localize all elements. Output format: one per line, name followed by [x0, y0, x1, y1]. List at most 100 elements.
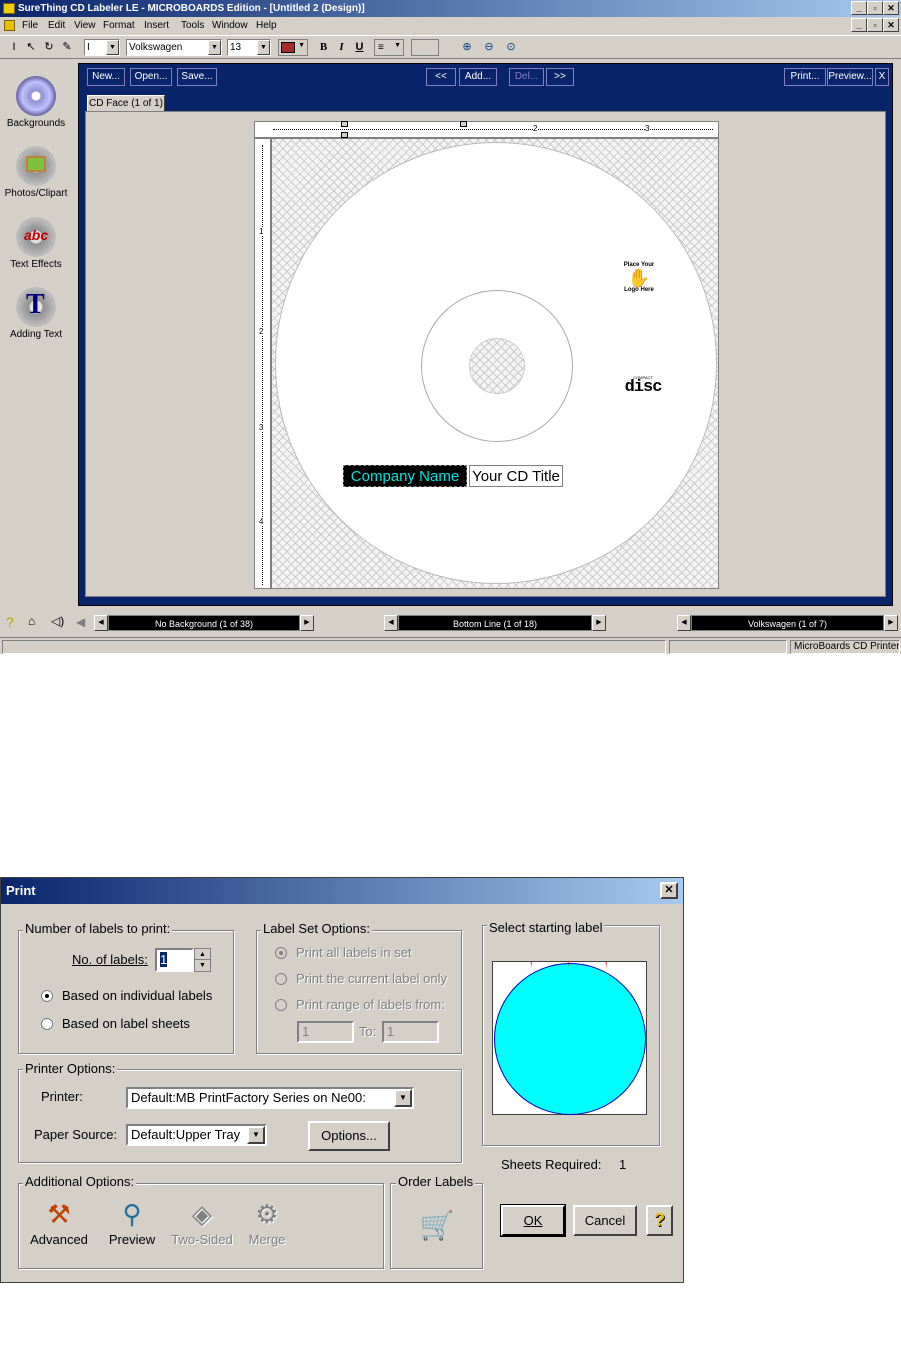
status-printer: MicroBoards CD Printer 1 — [790, 640, 900, 654]
italic-button[interactable]: I — [334, 39, 349, 56]
cd-title-text[interactable]: Your CD Title — [469, 465, 563, 487]
ruler-label: 1 — [259, 227, 264, 236]
save-button[interactable]: Save... — [177, 68, 217, 86]
sidebar-item-adding-text[interactable]: T Adding Text — [2, 287, 70, 340]
no-labels-input[interactable]: 1 — [155, 948, 194, 972]
range-to-input[interactable]: 1 — [382, 1021, 439, 1043]
print-current-label: Print the current label only — [296, 971, 448, 986]
no-labels-label: No. of labels: — [72, 952, 148, 967]
background-next-button[interactable]: ▶ — [300, 615, 314, 631]
menu-help[interactable]: Help — [256, 17, 277, 34]
labels-group-label: Number of labels to print: — [23, 921, 173, 936]
based-sheets-radio[interactable] — [41, 1018, 53, 1030]
menu-tools[interactable]: Tools — [181, 17, 204, 34]
menu-window[interactable]: Window — [212, 17, 248, 34]
doc-minimize-button[interactable]: _ — [851, 18, 867, 32]
sidebar-item-text-effects[interactable]: abc Text Effects — [2, 217, 70, 270]
two-sided-option[interactable]: ◈ Two-Sided — [167, 1196, 237, 1247]
spinner-down-icon[interactable]: ▼ — [195, 960, 210, 971]
layout-prev-button[interactable]: ◀ — [384, 615, 398, 631]
help-icon[interactable]: ? — [6, 614, 14, 630]
bold-button[interactable]: B — [316, 39, 331, 56]
text-cursor-tool[interactable]: I — [7, 39, 21, 56]
chevron-down-icon: ▼ — [257, 40, 270, 55]
new-button[interactable]: New... — [87, 68, 125, 86]
ruler-marker[interactable] — [341, 121, 348, 127]
based-individual-radio[interactable] — [41, 990, 53, 1002]
rotate-tool-icon[interactable]: ↻ — [42, 39, 56, 56]
preview-option[interactable]: ⚲ Preview — [101, 1196, 163, 1247]
based-individual-label: Based on individual labels — [62, 988, 213, 1003]
close-designer-button[interactable]: X — [875, 68, 889, 86]
menu-view[interactable]: View — [74, 17, 96, 34]
additional-group-label: Additional Options: — [23, 1174, 137, 1189]
doc-restore-button[interactable]: ▫ — [867, 18, 883, 32]
zoom-in-icon[interactable]: ⊕ — [459, 39, 475, 56]
preview-button[interactable]: Preview... — [827, 68, 873, 86]
text-tool-combo[interactable]: I ▼ — [84, 39, 120, 56]
close-button[interactable]: ✕ — [883, 1, 899, 15]
background-prev-button[interactable]: ◀ — [94, 615, 108, 631]
options-button[interactable]: Options... — [308, 1121, 390, 1151]
font-name-combo[interactable]: Volkswagen ▼ — [126, 39, 222, 56]
logo-placeholder[interactable]: Place Your ✋ Logo Here — [617, 262, 661, 294]
merge-option[interactable]: ⚙ Merge — [239, 1196, 295, 1247]
starting-label-circle[interactable] — [494, 963, 646, 1115]
sheets-required-value: 1 — [619, 1157, 627, 1172]
company-name-text[interactable]: Company Name — [343, 465, 467, 487]
font-next-button[interactable]: ▶ — [884, 615, 898, 631]
print-range-radio[interactable] — [275, 999, 287, 1011]
print-all-radio[interactable] — [275, 947, 287, 959]
no-labels-spinner[interactable]: ▲ ▼ — [194, 948, 211, 972]
paper-source-select[interactable]: Default:Upper Tray ▼ — [126, 1124, 267, 1146]
text-color-picker[interactable]: ▼ — [278, 39, 308, 56]
layout-selector[interactable]: Bottom Line (1 of 18) — [398, 615, 592, 631]
underline-button[interactable]: U — [352, 39, 367, 56]
ruler-marker[interactable] — [460, 121, 467, 127]
arrow-tool-icon[interactable]: ↖ — [24, 39, 38, 56]
adding-text-icon: T — [16, 287, 56, 327]
zoom-fit-icon[interactable]: ⊙ — [503, 39, 519, 56]
next-label-button[interactable]: >> — [546, 68, 574, 86]
font-size-combo[interactable]: 13 ▼ — [227, 39, 271, 56]
menu-edit[interactable]: Edit — [48, 17, 65, 34]
advanced-option[interactable]: ⚒ Advanced — [25, 1196, 93, 1247]
speaker-icon[interactable]: ◁) — [51, 614, 64, 628]
add-label-button[interactable]: Add... — [459, 68, 497, 86]
sidebar-item-backgrounds[interactable]: Backgrounds — [2, 76, 70, 129]
background-selector[interactable]: No Background (1 of 38) — [108, 615, 300, 631]
zoom-out-icon[interactable]: ⊖ — [481, 39, 497, 56]
printer-select[interactable]: Default:MB PrintFactory Series on Ne00: ▼ — [126, 1087, 414, 1109]
tab-cd-face[interactable]: CD Face (1 of 1) — [87, 95, 165, 112]
help-button[interactable]: ? — [646, 1205, 673, 1236]
restore-button[interactable]: ▫ — [867, 1, 883, 15]
back-arrow-icon[interactable]: ◀ — [76, 615, 85, 629]
shopping-cart-icon[interactable]: 🛒 — [411, 1208, 463, 1244]
label-sheet-preview[interactable]: ↑ ↑ ↑ — [492, 958, 647, 1115]
order-group-label: Order Labels — [396, 1174, 476, 1189]
align-left-icon: ≡ — [378, 42, 384, 53]
font-selector[interactable]: Volkswagen (1 of 7) — [691, 615, 884, 631]
font-prev-button[interactable]: ◀ — [677, 615, 691, 631]
menu-insert[interactable]: Insert — [144, 17, 169, 34]
doc-close-button[interactable]: ✕ — [883, 18, 899, 32]
dialog-close-button[interactable]: ✕ — [660, 882, 678, 899]
delete-label-button[interactable]: Del... — [509, 68, 544, 86]
layout-next-button[interactable]: ▶ — [592, 615, 606, 631]
cancel-button[interactable]: Cancel — [573, 1205, 637, 1236]
print-button[interactable]: Print... — [784, 68, 826, 86]
open-button[interactable]: Open... — [130, 68, 172, 86]
ok-button[interactable]: OK — [500, 1204, 566, 1237]
align-combo[interactable]: ≡ ▼ — [374, 39, 404, 56]
prev-label-button[interactable]: << — [426, 68, 456, 86]
compact-disc-logo[interactable]: COMPACT disc — [622, 376, 664, 397]
minimize-button[interactable]: _ — [851, 1, 867, 15]
pencil-tool-icon[interactable]: ✎ — [60, 39, 74, 56]
range-from-input[interactable]: 1 — [297, 1021, 354, 1043]
print-current-radio[interactable] — [275, 973, 287, 985]
menu-file[interactable]: File — [22, 17, 38, 34]
menu-format[interactable]: Format — [103, 17, 135, 34]
spinner-up-icon[interactable]: ▲ — [195, 949, 210, 960]
home-icon[interactable]: ⌂ — [28, 614, 35, 628]
sidebar-item-photos[interactable]: Photos/Clipart — [2, 146, 70, 199]
